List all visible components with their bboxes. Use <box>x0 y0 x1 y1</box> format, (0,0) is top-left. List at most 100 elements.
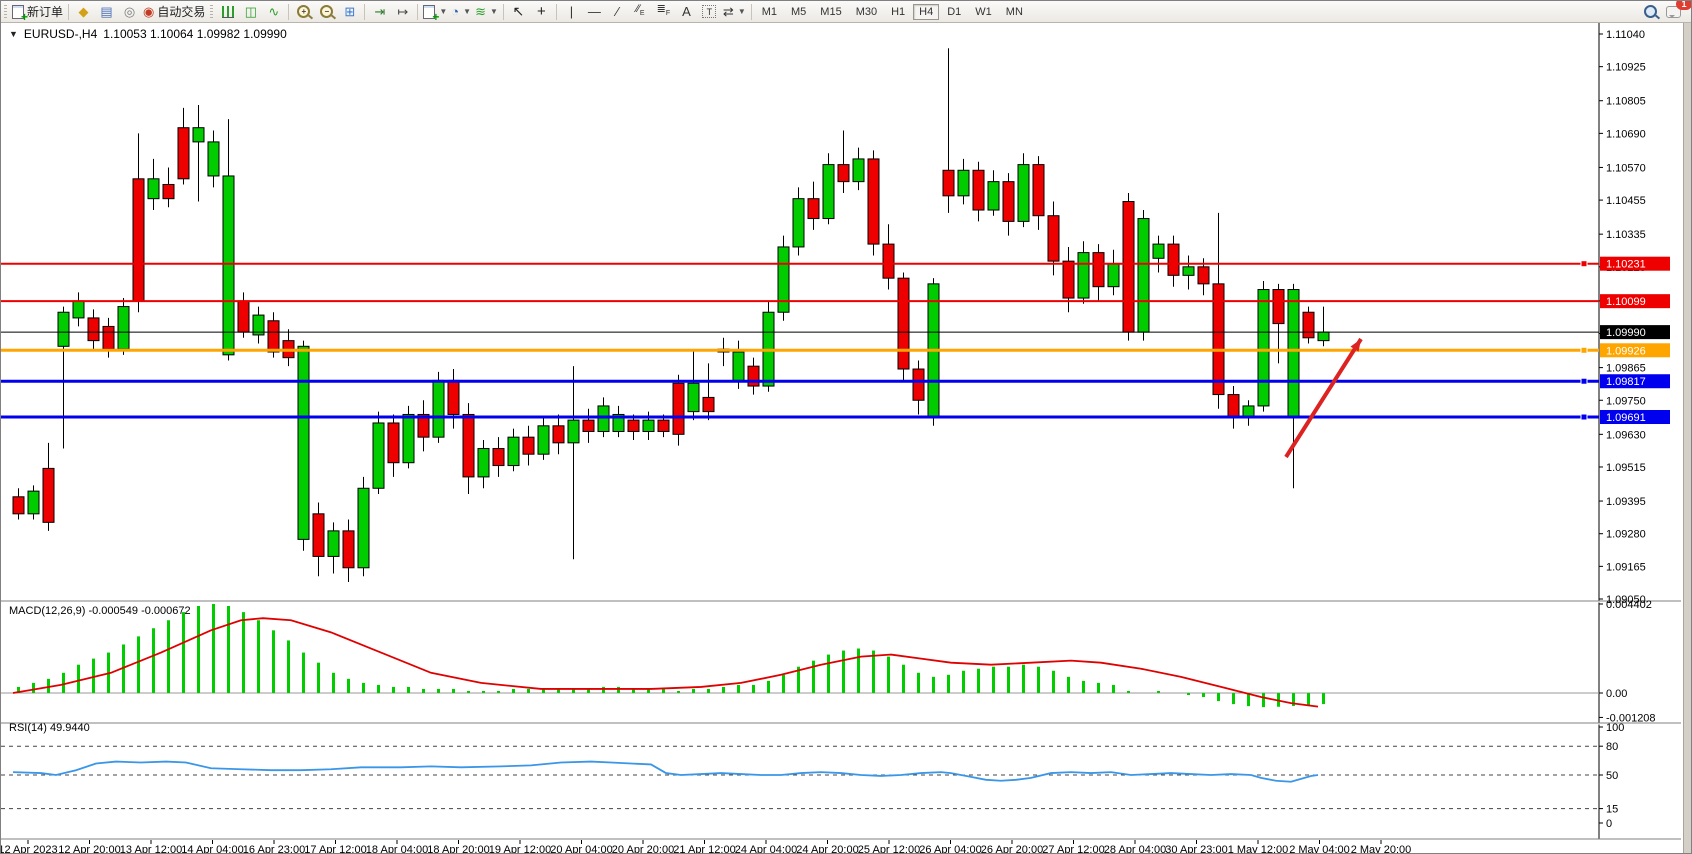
zoom-out-button[interactable]: − <box>315 2 338 21</box>
candlestick <box>973 170 984 210</box>
zoom-in-icon: + <box>297 5 310 18</box>
search-button[interactable] <box>1639 2 1662 21</box>
tile-windows-button[interactable]: ⊞ <box>338 2 361 21</box>
candlestick <box>553 426 564 443</box>
price-tick-label: 1.09165 <box>1606 561 1646 573</box>
tab-h4[interactable]: H4 <box>913 4 939 20</box>
toolbar-separator <box>751 4 752 20</box>
crosshair-button[interactable]: + <box>530 2 553 21</box>
market-watch-button[interactable]: ◆ <box>72 2 95 21</box>
resistance-1-handle[interactable] <box>1581 261 1587 267</box>
tab-m1[interactable]: M1 <box>756 4 783 20</box>
timeframe-bar: M1 M5 M15 M30 H1 H4 D1 W1 MN <box>755 4 1030 20</box>
macd-tick-label: 0.00 <box>1606 688 1627 700</box>
price-tick-label: 1.10805 <box>1606 96 1646 108</box>
auto-scroll-button[interactable]: ⇥ <box>368 2 391 21</box>
crosshair-icon: + <box>537 5 546 18</box>
candlestick <box>73 301 84 318</box>
candlestick <box>28 491 39 514</box>
text-button[interactable]: A <box>675 2 698 21</box>
line-chart-icon: ∿ <box>268 5 279 18</box>
candlestick <box>1123 202 1134 333</box>
text-label-button[interactable]: T <box>698 2 721 21</box>
chart-title: ▼ EURUSD-,H4 1.10053 1.10064 1.09982 1.0… <box>9 27 287 41</box>
fibonacci-button[interactable]: ≣F <box>652 2 675 21</box>
tab-m15[interactable]: M15 <box>814 4 847 20</box>
candlestick <box>1033 165 1044 216</box>
toolbar-separator <box>68 4 69 20</box>
price-tick-label: 1.09865 <box>1606 363 1646 375</box>
new-order-button[interactable]: 新订单 <box>10 2 65 21</box>
toolbar-grip[interactable] <box>210 5 213 19</box>
candlestick <box>358 488 369 567</box>
cursor-button[interactable]: ↖ <box>507 2 530 21</box>
chart-canvas[interactable]: 1.110401.109251.108051.106901.105701.104… <box>1 23 1692 854</box>
candlestick <box>403 414 414 462</box>
indicators-button[interactable]: ≋▼ <box>473 2 500 21</box>
zoom-in-button[interactable]: + <box>292 2 315 21</box>
candlestick <box>1093 253 1104 287</box>
candlestick <box>193 128 204 142</box>
tab-d1[interactable]: D1 <box>941 4 967 20</box>
rsi-tick-label: 80 <box>1606 741 1618 753</box>
candlestick <box>388 423 399 463</box>
tab-m5[interactable]: M5 <box>785 4 812 20</box>
price-tick-label: 1.09395 <box>1606 496 1646 508</box>
new-chart-button[interactable]: ▼ <box>421 2 449 21</box>
tab-m30[interactable]: M30 <box>850 4 883 20</box>
data-window-button[interactable]: ▤ <box>95 2 118 21</box>
tab-w1[interactable]: W1 <box>969 4 998 20</box>
candlestick-chart-button[interactable]: ◫ <box>239 2 262 21</box>
date-label: 24 Apr 04:00 <box>735 844 797 854</box>
navigator-button[interactable]: ◎ <box>118 2 141 21</box>
tab-h1[interactable]: H1 <box>885 4 911 20</box>
date-label: 14 Apr 04:00 <box>181 844 243 854</box>
period-button[interactable]: ◔▼ <box>449 2 473 21</box>
tile-windows-icon: ⊞ <box>344 5 355 18</box>
candlestick <box>118 307 129 350</box>
data-window-icon: ▤ <box>100 5 112 18</box>
candlestick <box>1078 253 1089 298</box>
autotrading-button[interactable]: ◉ 自动交易 <box>141 2 207 21</box>
chart-window[interactable]: 1.110401.109251.108051.106901.105701.104… <box>1 23 1692 854</box>
candlestick <box>688 383 699 411</box>
toolbar-grip[interactable] <box>4 5 7 19</box>
candlestick <box>373 423 384 488</box>
support-2-handle[interactable] <box>1581 414 1587 420</box>
text-label-icon: T <box>702 5 716 18</box>
candlestick <box>1288 290 1299 418</box>
chart-shift-icon: ↦ <box>397 5 408 18</box>
pivot-orange-handle[interactable] <box>1581 347 1587 353</box>
date-label: 26 Apr 20:00 <box>981 844 1043 854</box>
candlestick <box>88 318 99 341</box>
notifications-button[interactable]: 1 <box>1662 2 1685 21</box>
candlestick <box>508 437 519 465</box>
vertical-line-button[interactable]: | <box>560 2 583 21</box>
candlestick <box>883 244 894 278</box>
candlestick <box>628 420 639 431</box>
candlestick-chart-icon: ◫ <box>245 5 257 18</box>
tab-mn[interactable]: MN <box>1000 4 1029 20</box>
candlestick <box>943 170 954 196</box>
candlestick <box>1153 244 1164 258</box>
candlestick <box>988 182 999 210</box>
support-1-handle[interactable] <box>1581 378 1587 384</box>
new-chart-icon <box>423 5 435 19</box>
horizontal-line-button[interactable]: — <box>583 2 606 21</box>
current-price-price-text: 1.09990 <box>1606 327 1646 339</box>
date-label: 12 Apr 20:00 <box>58 844 120 854</box>
collapse-triangle-icon[interactable]: ▼ <box>9 29 18 39</box>
trendline-button[interactable]: ∕ <box>606 2 629 21</box>
channel-button[interactable]: ∕∕E <box>629 2 652 21</box>
rsi-tick-label: 50 <box>1606 770 1618 782</box>
bar-chart-button[interactable] <box>216 2 239 21</box>
chart-shift-button[interactable]: ↦ <box>391 2 414 21</box>
macd-indicator-label: MACD(12,26,9) -0.000549 -0.000672 <box>9 605 191 617</box>
candlestick <box>463 414 474 476</box>
date-label: 21 Apr 12:00 <box>673 844 735 854</box>
date-label: 25 Apr 12:00 <box>858 844 920 854</box>
line-chart-button[interactable]: ∿ <box>262 2 285 21</box>
price-tick-label: 1.10570 <box>1606 162 1646 174</box>
arrows-button[interactable]: ⇄▼ <box>721 2 748 21</box>
date-label: 17 Apr 12:00 <box>304 844 366 854</box>
